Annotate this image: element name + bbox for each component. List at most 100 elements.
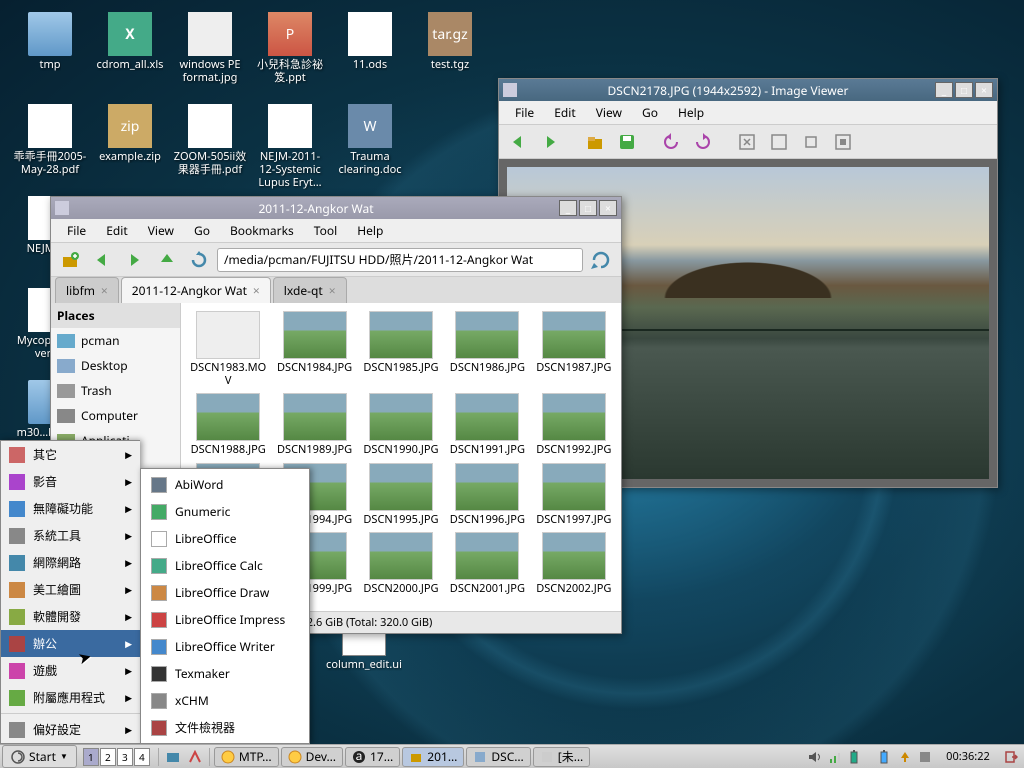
- back-button[interactable]: [505, 128, 533, 156]
- reload-button[interactable]: [185, 246, 213, 274]
- tray-misc-icon[interactable]: [918, 750, 932, 764]
- close-button[interactable]: ×: [599, 200, 617, 216]
- taskbar-task[interactable]: Dev…: [281, 747, 343, 767]
- menu-bookmarks[interactable]: Bookmarks: [220, 218, 304, 243]
- menu-edit[interactable]: Edit: [544, 100, 585, 125]
- file-item[interactable]: DSCN2002.JPG: [533, 530, 615, 597]
- titlebar[interactable]: 2011-12-Angkor Wat _ □ ×: [51, 197, 621, 219]
- desktop-1[interactable]: 1: [83, 748, 99, 766]
- submenu-item[interactable]: AbiWord: [141, 471, 309, 498]
- file-item[interactable]: DSCN1990.JPG: [360, 391, 442, 458]
- menu-file[interactable]: File: [57, 218, 96, 243]
- zoom-in-button[interactable]: [797, 128, 825, 156]
- menu-file[interactable]: File: [505, 100, 544, 125]
- submenu-item[interactable]: xCHM: [141, 687, 309, 714]
- submenu-item[interactable]: LibreOffice Draw: [141, 579, 309, 606]
- menu-tool[interactable]: Tool: [304, 218, 347, 243]
- file-item[interactable]: DSCN2001.JPG: [446, 530, 528, 597]
- file-item[interactable]: DSCN1986.JPG: [446, 309, 528, 389]
- menu-help[interactable]: Help: [668, 100, 714, 125]
- clock[interactable]: 00:36:22: [938, 749, 998, 764]
- new-tab-button[interactable]: [57, 246, 85, 274]
- desktop-icon[interactable]: 11.ods: [330, 10, 410, 100]
- file-item[interactable]: DSCN1996.JPG: [446, 461, 528, 528]
- logout-icon[interactable]: [1004, 750, 1018, 764]
- fullscreen-button[interactable]: [829, 128, 857, 156]
- battery-icon-2[interactable]: [878, 750, 892, 764]
- menu-item[interactable]: 網際網路▶: [1, 549, 140, 576]
- file-item[interactable]: DSCN1984.JPG: [273, 309, 355, 389]
- sidebar-place[interactable]: pcman: [51, 328, 180, 353]
- menu-go[interactable]: Go: [184, 218, 220, 243]
- tab[interactable]: libfm×: [55, 277, 119, 303]
- desktop-icon[interactable]: zipexample.zip: [90, 102, 170, 192]
- desktop-icon[interactable]: tmp: [10, 10, 90, 100]
- file-item[interactable]: DSCN1988.JPG: [187, 391, 269, 458]
- menu-edit[interactable]: Edit: [96, 218, 137, 243]
- menu-item[interactable]: 偏好設定▶: [1, 716, 140, 743]
- desktop-icon[interactable]: ZOOM-505ii效果器手冊.pdf: [170, 102, 250, 192]
- network-icon[interactable]: [828, 750, 842, 764]
- show-desktop-button[interactable]: [163, 747, 183, 767]
- file-item[interactable]: DSCN1983.MOV: [187, 309, 269, 389]
- menu-item[interactable]: 影音▶: [1, 468, 140, 495]
- desktop-icon[interactable]: windows PE format.jpg: [170, 10, 250, 100]
- zoom-original-button[interactable]: [765, 128, 793, 156]
- updates-icon[interactable]: [898, 750, 912, 764]
- submenu-item[interactable]: Gnumeric: [141, 498, 309, 525]
- battery-icon[interactable]: [848, 750, 862, 764]
- titlebar[interactable]: DSCN2178.JPG (1944x2592) - Image Viewer …: [499, 79, 997, 101]
- start-button[interactable]: Start ▼: [2, 745, 77, 768]
- back-button[interactable]: [89, 246, 117, 274]
- taskbar-task[interactable]: [未…: [533, 747, 590, 767]
- file-item[interactable]: DSCN1991.JPG: [446, 391, 528, 458]
- tab-close-button[interactable]: ×: [329, 282, 336, 299]
- menu-item[interactable]: 其它▶: [1, 441, 140, 468]
- tab-close-button[interactable]: ×: [101, 282, 108, 299]
- file-item[interactable]: DSCN1987.JPG: [533, 309, 615, 389]
- taskbar-task[interactable]: 201…: [402, 747, 464, 767]
- taskbar-task[interactable]: MTP…: [214, 747, 279, 767]
- file-item[interactable]: DSCN1995.JPG: [360, 461, 442, 528]
- tab[interactable]: lxde-qt×: [273, 277, 347, 303]
- taskbar-task[interactable]: DSC…: [466, 747, 530, 767]
- file-item[interactable]: DSCN2000.JPG: [360, 530, 442, 597]
- desktop-icon[interactable]: NEJM-2011-12-Systemic Lupus Eryt…: [250, 102, 330, 192]
- forward-button[interactable]: [537, 128, 565, 156]
- menu-view[interactable]: View: [586, 100, 632, 125]
- go-button[interactable]: [587, 246, 615, 274]
- file-item[interactable]: DSCN1997.JPG: [533, 461, 615, 528]
- minimize-button[interactable]: _: [559, 200, 577, 216]
- sidebar-place[interactable]: Desktop: [51, 353, 180, 378]
- menu-view[interactable]: View: [138, 218, 184, 243]
- maximize-button[interactable]: □: [955, 82, 973, 98]
- launcher-button[interactable]: [185, 747, 205, 767]
- file-item[interactable]: DSCN1989.JPG: [273, 391, 355, 458]
- rotate-left-button[interactable]: [657, 128, 685, 156]
- submenu-item[interactable]: LibreOffice: [141, 525, 309, 552]
- desktop-icon[interactable]: P小兒科急診祕笈.ppt: [250, 10, 330, 100]
- sidebar-place[interactable]: Trash: [51, 378, 180, 403]
- submenu-item[interactable]: LibreOffice Calc: [141, 552, 309, 579]
- volume-icon[interactable]: [808, 750, 822, 764]
- zoom-fit-button[interactable]: [733, 128, 761, 156]
- tab-close-button[interactable]: ×: [253, 282, 260, 299]
- up-button[interactable]: [153, 246, 181, 274]
- desktop-3[interactable]: 3: [117, 748, 133, 766]
- file-item[interactable]: DSCN1985.JPG: [360, 309, 442, 389]
- submenu-item[interactable]: LibreOffice Writer: [141, 633, 309, 660]
- menu-item[interactable]: 遊戲▶: [1, 657, 140, 684]
- menu-item[interactable]: 無障礙功能▶: [1, 495, 140, 522]
- menu-help[interactable]: Help: [347, 218, 393, 243]
- menu-item[interactable]: 軟體開發▶: [1, 603, 140, 630]
- submenu-item[interactable]: LibreOffice Impress: [141, 606, 309, 633]
- save-button[interactable]: [613, 128, 641, 156]
- desktop-icon[interactable]: 乖乖手冊2005-May-28.pdf: [10, 102, 90, 192]
- desktop-icon[interactable]: Xcdrom_all.xls: [90, 10, 170, 100]
- taskbar-task[interactable]: a17…: [345, 747, 400, 767]
- rotate-right-button[interactable]: [689, 128, 717, 156]
- open-button[interactable]: [581, 128, 609, 156]
- menu-item[interactable]: 系統工具▶: [1, 522, 140, 549]
- sidebar-place[interactable]: Computer: [51, 403, 180, 428]
- forward-button[interactable]: [121, 246, 149, 274]
